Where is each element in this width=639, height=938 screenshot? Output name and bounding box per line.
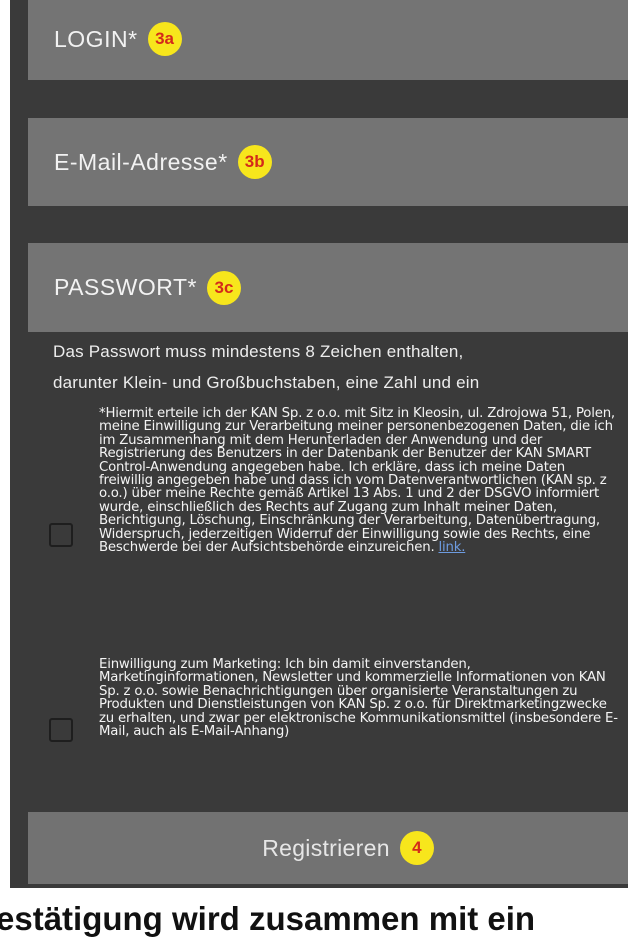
footer-caption: estätigung wird zusammen mit ein: [0, 900, 536, 937]
marketing-consent-text: Einwilligung zum Marketing: Ich bin dami…: [99, 657, 618, 740]
email-input[interactable]: E-Mail-Adresse* 3b: [28, 118, 628, 206]
privacy-consent-body: *Hiermit erteile ich der KAN Sp. z o.o. …: [99, 406, 615, 556]
login-input[interactable]: LOGIN* 3a: [28, 0, 628, 80]
privacy-link[interactable]: link.: [439, 540, 466, 555]
step-badge-3c: 3c: [206, 270, 241, 305]
privacy-consent-checkbox[interactable]: [49, 523, 73, 547]
marketing-consent-checkbox[interactable]: [49, 718, 73, 742]
step-badge-3b: 3b: [237, 145, 272, 179]
privacy-consent-text: *Hiermit erteile ich der KAN Sp. z o.o. …: [99, 407, 619, 554]
password-hint-line-1: Das Passwort muss mindestens 8 Zeichen e…: [53, 342, 464, 361]
step-badge-4: 4: [399, 831, 434, 865]
login-label: LOGIN*: [54, 25, 138, 52]
register-button[interactable]: Registrieren 4: [28, 812, 628, 884]
password-input[interactable]: PASSWORT* 3c: [28, 243, 628, 332]
password-hint-line-2: darunter Klein- und Großbuchstaben, eine…: [53, 373, 480, 392]
email-label: E-Mail-Adresse*: [54, 148, 228, 175]
registration-screen: LOGIN* 3a E-Mail-Adresse* 3b PASSWORT* 3…: [10, 0, 628, 888]
register-label: Registrieren: [262, 834, 390, 861]
password-label: PASSWORT*: [54, 274, 197, 300]
step-badge-3a: 3a: [147, 22, 182, 56]
